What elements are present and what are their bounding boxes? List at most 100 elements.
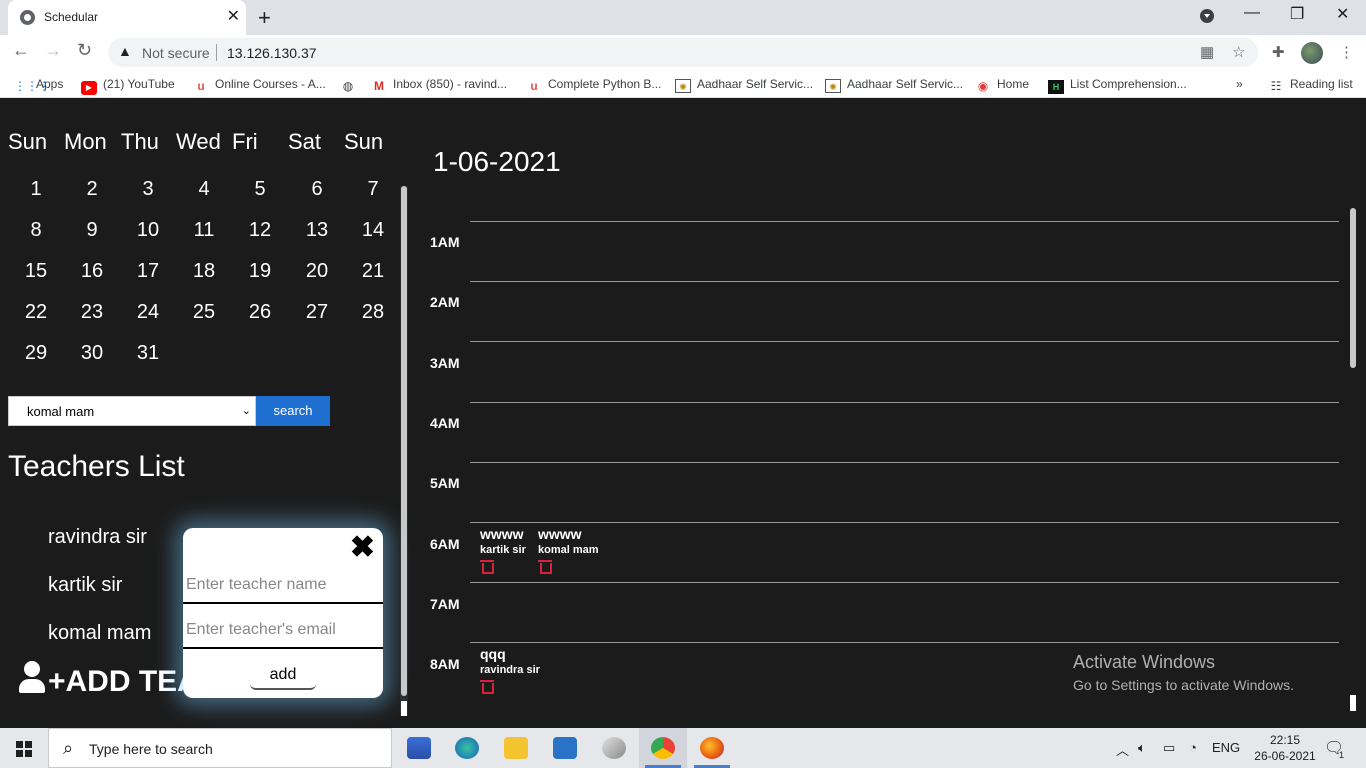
calendar-day[interactable]: 8 [16, 219, 56, 242]
explorer-app[interactable] [492, 728, 540, 768]
trash-icon[interactable] [480, 559, 494, 574]
calendar-day[interactable]: 6 [297, 178, 337, 201]
calendar-day[interactable]: 13 [297, 219, 337, 242]
bookmarks-overflow[interactable]: » [1236, 77, 1243, 91]
calendar-day[interactable]: 17 [128, 260, 168, 283]
new-tab-button[interactable]: + [258, 5, 271, 31]
trash-icon[interactable] [538, 559, 552, 574]
back-icon[interactable]: ← [12, 40, 30, 61]
left-scrollbar[interactable] [400, 186, 408, 716]
teacher-email-input[interactable]: Enter teacher's email [183, 609, 383, 649]
calendar-day[interactable]: 2 [72, 178, 112, 201]
calendar-day[interactable]: 1 [16, 178, 56, 201]
calendar-day[interactable]: 18 [184, 260, 224, 283]
close-icon[interactable]: ✖ [350, 532, 375, 564]
bookmark-udemy[interactable]: u Online Courses - A... [193, 77, 325, 93]
calendar-day[interactable]: 25 [184, 301, 224, 324]
wifi-icon[interactable]: ◔ [1189, 740, 1197, 755]
firefox-app[interactable] [688, 728, 736, 768]
mail-app[interactable] [541, 728, 589, 768]
taskbar-search[interactable]: ⌕ Type here to search [48, 728, 392, 768]
reload-icon[interactable]: ↻ [77, 40, 92, 61]
right-scrollbar[interactable] [1349, 208, 1357, 713]
hour-label: 7AM [430, 595, 460, 612]
close-tab-icon[interactable]: ✕ [227, 8, 240, 26]
hour-label: 8AM [430, 656, 460, 673]
event-item[interactable]: wwww kartik sir [480, 526, 526, 574]
calendar-day[interactable]: 9 [72, 219, 112, 242]
youtube-icon: ▶ [81, 81, 97, 95]
address-bar[interactable]: ▲ Not secure 13.126.130.37 ▦ ☆ [108, 38, 1258, 67]
url-text[interactable]: 13.126.130.37 [227, 45, 317, 61]
chrome-app[interactable] [639, 728, 687, 768]
battery-icon[interactable]: ▭ [1163, 740, 1175, 756]
calendar-day[interactable]: 26 [240, 301, 280, 324]
bookmark-aadhaar-1[interactable]: ✺ Aadhaar Self Servic... [675, 77, 813, 93]
forward-icon[interactable]: → [44, 40, 62, 61]
scrollbar-thumb[interactable] [1350, 208, 1356, 368]
menu-icon[interactable]: ⋮ [1339, 43, 1354, 61]
calendar-day[interactable]: 31 [128, 342, 168, 365]
calendar-day[interactable]: 23 [72, 301, 112, 324]
system-clock[interactable]: 22:15 26-06-2021 [1252, 732, 1318, 764]
calendar-day[interactable]: 28 [353, 301, 393, 324]
event-item[interactable]: wwww komal mam [538, 526, 599, 574]
calendar-day[interactable]: 15 [16, 260, 56, 283]
paint-app[interactable] [590, 728, 638, 768]
teacher-select[interactable]: komal mam ⌄ [8, 396, 256, 426]
scrollbar-thumb[interactable] [401, 186, 407, 696]
bookmark-python[interactable]: u Complete Python B... [526, 77, 661, 93]
language-indicator[interactable]: ENG [1212, 740, 1240, 755]
volume-icon[interactable]: 🔈︎ [1138, 740, 1146, 756]
bookmark-aadhaar-2[interactable]: ✺ Aadhaar Self Servic... [825, 77, 963, 93]
hour-divider [470, 281, 1339, 283]
event-item[interactable]: qqq ravindra sir [480, 646, 540, 694]
calendar-day[interactable]: 22 [16, 301, 56, 324]
calendar-day[interactable]: 7 [353, 178, 393, 201]
minimize-icon[interactable]: — [1244, 4, 1260, 22]
calendar-day[interactable]: 29 [16, 342, 56, 365]
bookmark-star-icon[interactable]: ☆ [1232, 43, 1245, 61]
calendar-day[interactable]: 24 [128, 301, 168, 324]
restore-icon[interactable]: ❐ [1290, 4, 1304, 24]
calendar-day[interactable]: 5 [240, 178, 280, 201]
chevron-up-icon[interactable]: ︿ [1116, 740, 1129, 759]
edge-app[interactable] [443, 728, 491, 768]
qr-code-icon[interactable]: ▦ [1200, 43, 1214, 61]
bookmark-home[interactable]: ◉ Home [975, 77, 1029, 93]
profile-avatar[interactable] [1301, 42, 1323, 64]
calendar-day[interactable]: 20 [297, 260, 337, 283]
not-secure-label[interactable]: Not secure [142, 45, 210, 61]
store-app[interactable] [395, 728, 443, 768]
calendar-day[interactable]: 19 [240, 260, 280, 283]
calendar-day[interactable]: 10 [128, 219, 168, 242]
bookmark-globe[interactable]: ◍ [340, 77, 362, 93]
add-button[interactable]: add [250, 660, 316, 690]
teacher-item[interactable]: ravindra sir [48, 526, 147, 549]
warning-icon[interactable]: ▲ [118, 43, 132, 59]
calendar-day[interactable]: 21 [353, 260, 393, 283]
bookmark-list-comprehension[interactable]: H List Comprehension... [1048, 77, 1187, 94]
tab-search-icon[interactable] [1200, 9, 1214, 23]
calendar-day[interactable]: 4 [184, 178, 224, 201]
teacher-item[interactable]: komal mam [48, 622, 151, 645]
calendar-day[interactable]: 11 [184, 219, 224, 242]
calendar-day[interactable]: 3 [128, 178, 168, 201]
calendar-day[interactable]: 16 [72, 260, 112, 283]
teacher-item[interactable]: kartik sir [48, 574, 122, 597]
close-window-icon[interactable]: ✕ [1336, 4, 1349, 24]
bookmark-youtube[interactable]: ▶ (21) YouTube [81, 77, 175, 95]
bookmark-gmail[interactable]: M Inbox (850) - ravind... [371, 77, 507, 93]
calendar-day[interactable]: 14 [353, 219, 393, 242]
calendar-day[interactable]: 27 [297, 301, 337, 324]
windows-start-icon[interactable] [16, 741, 32, 757]
reading-list[interactable]: ☷ Reading list [1268, 77, 1353, 93]
search-button[interactable]: search [256, 396, 330, 426]
calendar-day[interactable]: 30 [72, 342, 112, 365]
extensions-icon[interactable]: ✚ [1272, 43, 1285, 61]
calendar-day[interactable]: 12 [240, 219, 280, 242]
trash-icon[interactable] [480, 679, 494, 694]
bookmark-apps[interactable]: ⋮⋮⋮Apps [14, 77, 63, 93]
browser-tab[interactable]: Schedular ✕ [8, 0, 246, 35]
teacher-name-input[interactable]: Enter teacher name [183, 564, 383, 604]
